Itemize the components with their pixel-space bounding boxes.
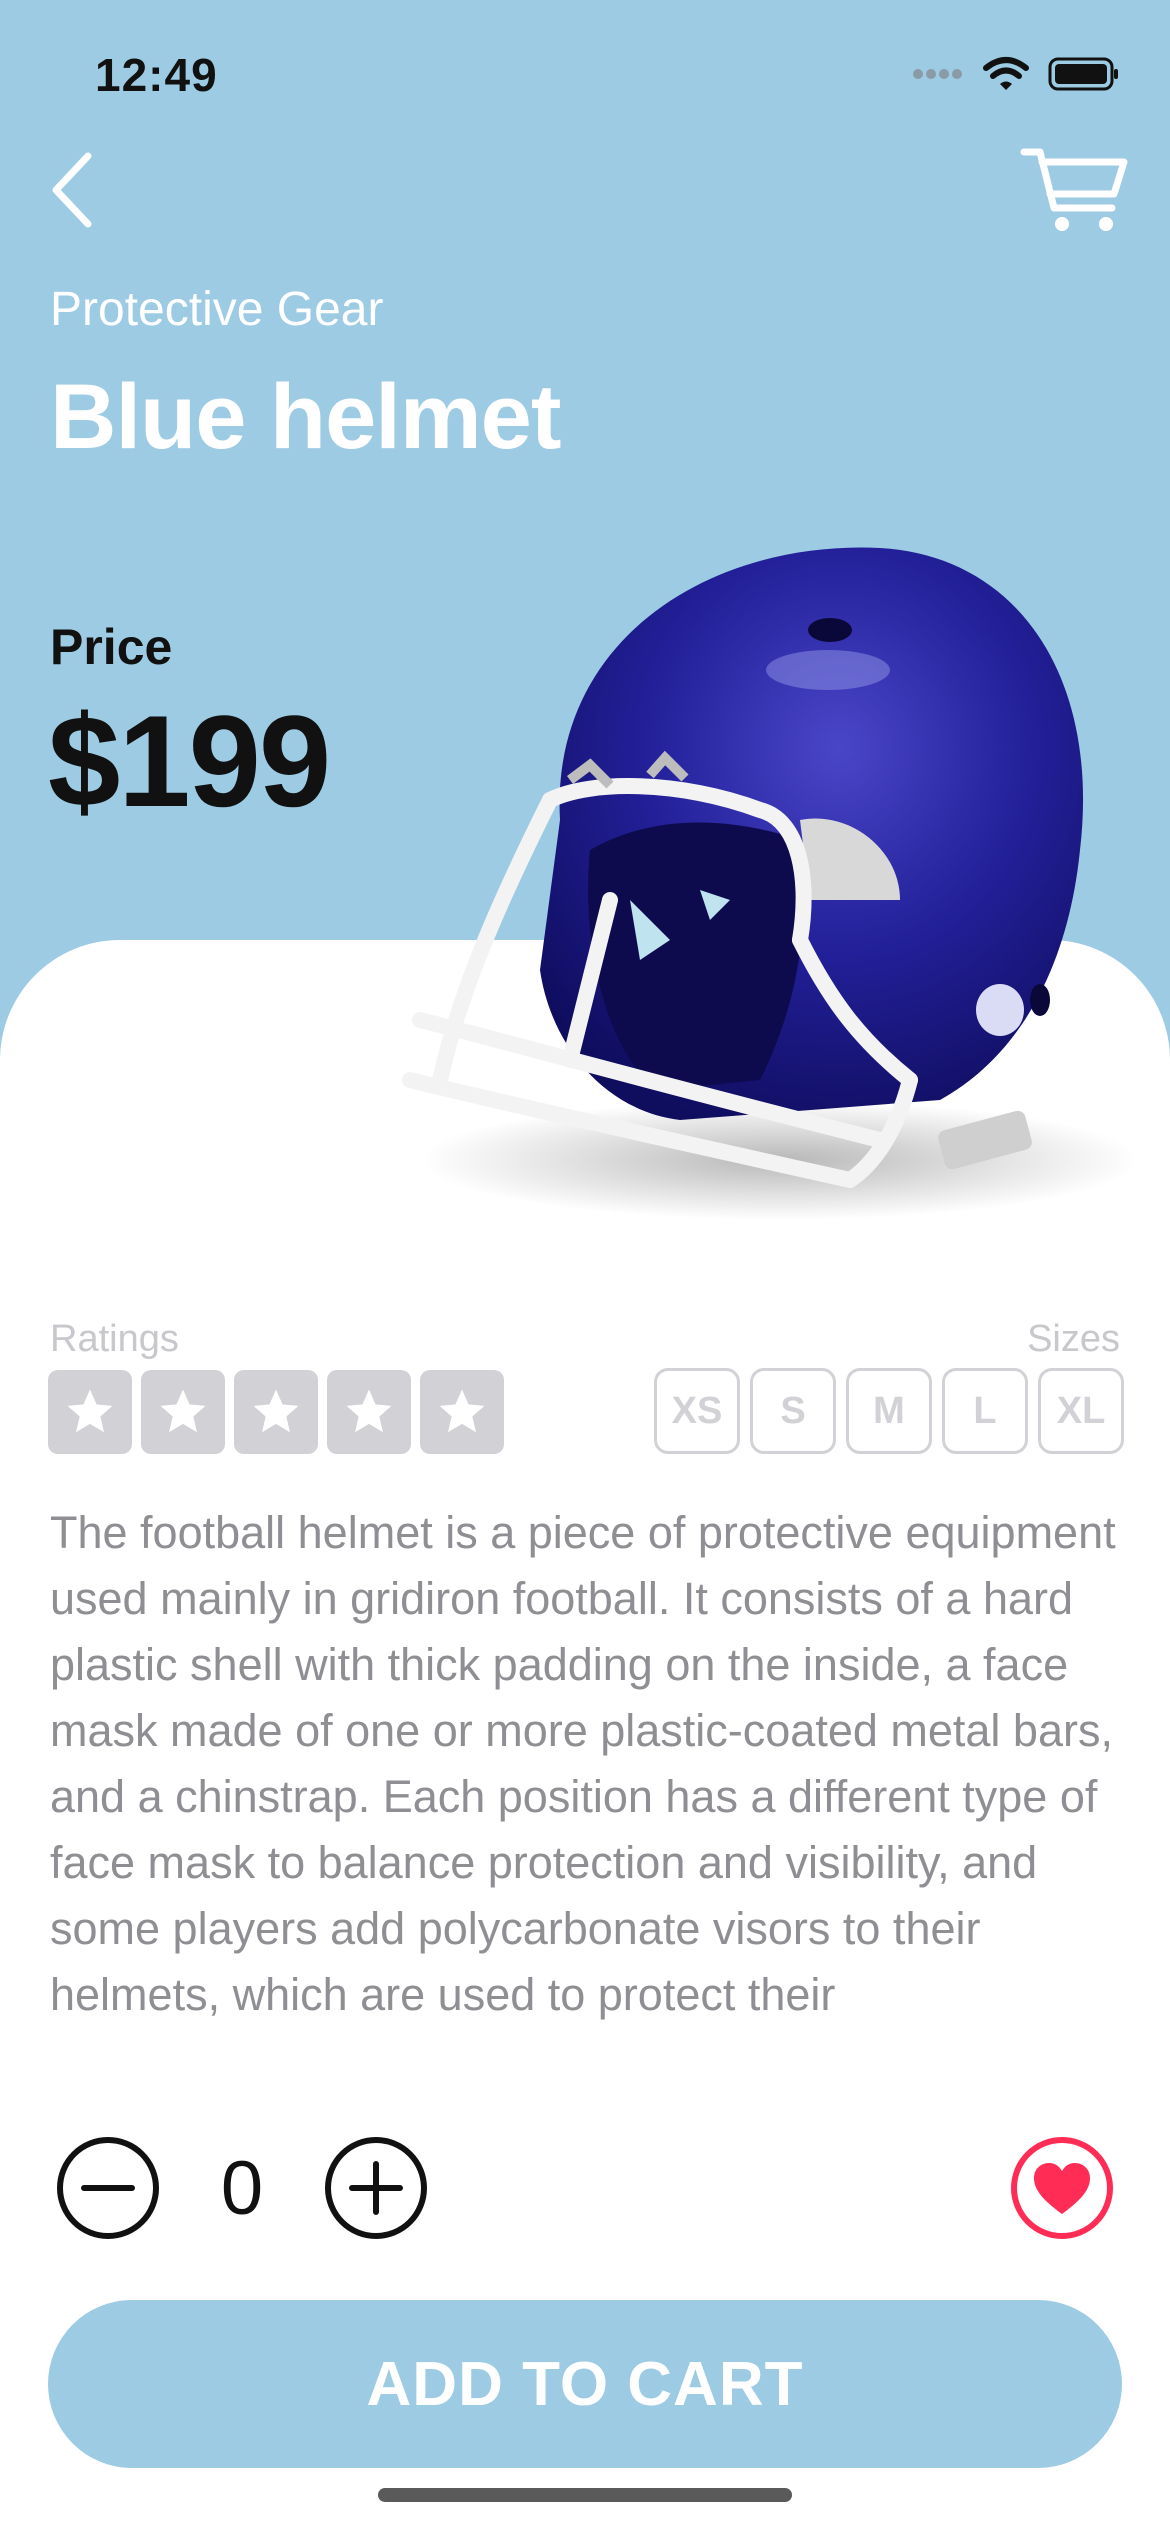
minus-icon xyxy=(57,2137,159,2239)
battery-icon xyxy=(1048,57,1118,91)
star-icon xyxy=(160,1389,206,1433)
sizes-label: Sizes xyxy=(1027,1318,1120,1360)
size-option-l[interactable]: L xyxy=(942,1368,1028,1454)
plus-icon xyxy=(325,2137,427,2239)
heart-icon xyxy=(1011,2137,1113,2239)
back-button[interactable] xyxy=(46,150,106,230)
star-icon xyxy=(253,1389,299,1433)
price-label: Price xyxy=(50,619,173,675)
product-screen: 12:49 Protective Gear Blue helmet Price … xyxy=(0,0,1170,2532)
star-1[interactable] xyxy=(48,1370,132,1454)
size-option-m[interactable]: M xyxy=(846,1368,932,1454)
favorite-button[interactable] xyxy=(1010,2136,1114,2240)
cart-icon xyxy=(1020,148,1128,231)
size-option-xs[interactable]: XS xyxy=(654,1368,740,1454)
wifi-icon xyxy=(983,57,1029,90)
star-icon xyxy=(67,1389,113,1433)
star-3[interactable] xyxy=(234,1370,318,1454)
cellular-icon xyxy=(913,69,962,79)
status-time: 12:49 xyxy=(95,49,218,101)
home-indicator xyxy=(378,2488,792,2502)
quantity-value: 0 xyxy=(220,2145,264,2231)
add-to-cart-button[interactable]: ADD TO CART xyxy=(48,2300,1122,2468)
helmet-image xyxy=(402,547,1140,1220)
price-value: $199 xyxy=(48,688,331,834)
star-2[interactable] xyxy=(141,1370,225,1454)
product-title: Blue helmet xyxy=(50,366,561,468)
product-description: The football helmet is a piece of protec… xyxy=(50,1507,1116,2020)
star-5[interactable] xyxy=(420,1370,504,1454)
ratings-label: Ratings xyxy=(50,1318,179,1360)
cart-button[interactable] xyxy=(1020,146,1130,234)
star-icon xyxy=(439,1389,485,1433)
increment-button[interactable] xyxy=(324,2136,428,2240)
size-option-xl[interactable]: XL xyxy=(1038,1368,1124,1454)
rating-stars xyxy=(48,1370,504,1454)
back-chevron-icon xyxy=(52,152,92,228)
quantity-stepper: 0 xyxy=(56,2136,428,2240)
product-category: Protective Gear xyxy=(50,283,384,336)
size-options: XS S M L XL xyxy=(654,1368,1124,1454)
decrement-button[interactable] xyxy=(56,2136,160,2240)
size-option-s[interactable]: S xyxy=(750,1368,836,1454)
star-icon xyxy=(346,1389,392,1433)
status-indicators xyxy=(912,56,1120,92)
star-4[interactable] xyxy=(327,1370,411,1454)
